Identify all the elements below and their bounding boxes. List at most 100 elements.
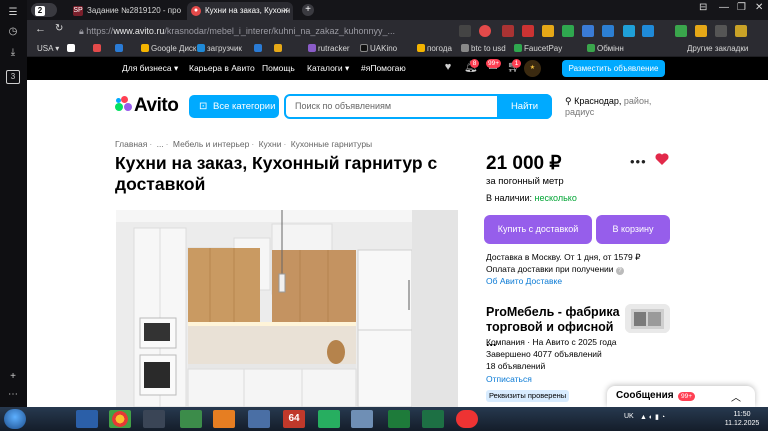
extension-icon[interactable] (562, 25, 574, 37)
taskbar-app-icon[interactable] (248, 410, 270, 428)
nav-help-link[interactable]: Помощь (262, 63, 295, 73)
reload-icon[interactable]: ↻ (55, 23, 63, 34)
taskbar-app-icon[interactable] (388, 410, 410, 428)
unsubscribe-link[interactable]: Отписаться (486, 374, 532, 384)
excel-icon[interactable] (422, 410, 444, 428)
breadcrumb-kitchens[interactable]: Кухни (259, 139, 282, 149)
aida64-icon[interactable]: 64 (283, 410, 305, 428)
extension-icon[interactable] (582, 25, 594, 37)
panel-settings-icon[interactable]: ⋯ (6, 388, 20, 402)
tab-task[interactable]: SP Задание №2819120 - про (69, 2, 187, 20)
back-icon[interactable]: ← (35, 23, 46, 35)
menu-icon[interactable]: ☰ (6, 6, 20, 20)
seller-active-ads[interactable]: 18 объявлений (486, 361, 545, 371)
chrome-icon[interactable] (109, 410, 131, 428)
bookmark-g-icon[interactable] (67, 43, 77, 55)
stock-status: В наличии: несколько (486, 193, 577, 203)
taskbar-app-icon[interactable] (76, 410, 98, 428)
nav-help-hashtag-link[interactable]: #яПомогаю (361, 63, 406, 73)
close-tab-icon[interactable]: ✕ (282, 2, 289, 20)
favorites-heart-icon[interactable]: ♥ (442, 61, 454, 73)
search-box: Поиск по объявлениям Найти (284, 94, 552, 119)
more-options-icon[interactable]: ••• (630, 154, 647, 169)
nav-business-link[interactable]: Для бизнеса ▾ (122, 63, 178, 74)
avito-delivery-link[interactable]: Об Авито Доставке (486, 276, 562, 286)
avito-top-nav: Для бизнеса ▾ Карьера в Авито Помощь Кат… (27, 57, 768, 80)
breadcrumb-home[interactable]: Главная (115, 139, 147, 149)
vpn-icon[interactable] (479, 25, 491, 37)
extension-icon[interactable] (623, 25, 635, 37)
favorite-heart-icon[interactable] (654, 151, 670, 167)
breadcrumb-ellipsis[interactable]: ... (157, 139, 164, 149)
post-ad-button[interactable]: Разместить объявление (562, 60, 665, 77)
search-button[interactable]: Найти (497, 94, 552, 119)
downloads-icon[interactable]: ⤓ (6, 46, 20, 60)
system-clock[interactable]: 11:50 11.12.2025 (722, 410, 762, 428)
bookmark-uakino[interactable]: UAKino (360, 43, 397, 55)
extension-icon[interactable] (542, 25, 554, 37)
bookmark-google-drive[interactable]: Google Диск (141, 43, 196, 55)
product-photo[interactable] (116, 210, 458, 407)
seller-logo[interactable] (625, 304, 670, 333)
bookmark-rutracker[interactable]: rutracker (308, 43, 350, 55)
language-indicator[interactable]: UK (624, 413, 634, 420)
bookmark-btc[interactable]: btc to usd (461, 43, 506, 55)
maximize-icon[interactable]: ❐ (737, 2, 746, 13)
tab-count-button[interactable]: 2 (31, 3, 57, 17)
minimize-icon[interactable]: — (719, 2, 729, 13)
taskbar-app-icon[interactable] (351, 410, 373, 428)
tray-icons[interactable]: ▲ ◐ ▮ ◔ (640, 413, 665, 421)
all-categories-button[interactable]: ⊡ Все категории (189, 95, 279, 118)
start-button[interactable] (4, 409, 26, 429)
nav-catalogs-link[interactable]: Каталоги ▾ (307, 63, 349, 74)
chevron-up-icon[interactable]: ︿ (731, 389, 741, 404)
history-icon[interactable]: ◷ (6, 25, 20, 39)
user-avatar[interactable]: ★ (524, 60, 541, 77)
extension-icon[interactable] (642, 25, 654, 37)
workspace-3-icon[interactable]: 3 (6, 70, 20, 84)
bookmark-usa[interactable]: USA ▾ (37, 43, 59, 55)
breadcrumb-furniture[interactable]: Мебель и интерьер (173, 139, 249, 149)
tab-label: Задание №2819120 - про (87, 6, 182, 15)
extension-icon[interactable] (695, 25, 707, 37)
bookmark-mail-icon[interactable] (274, 43, 284, 55)
help-icon[interactable]: ? (615, 267, 624, 275)
bookmark-faucetpay[interactable]: FaucetPay (514, 43, 562, 55)
add-to-cart-button[interactable]: В корзину (596, 215, 670, 244)
buy-with-delivery-button[interactable]: Купить с доставкой (484, 215, 592, 244)
extension-icon[interactable] (735, 25, 747, 37)
add-panel-icon[interactable]: + (6, 370, 20, 384)
bookmark-weather[interactable]: погода (417, 43, 452, 55)
new-tab-button[interactable]: + (302, 4, 314, 16)
extension-icon[interactable] (715, 25, 727, 37)
search-input[interactable]: Поиск по объявлениям (295, 101, 391, 111)
seller-meta: Компания · На Авито с 2025 года (486, 337, 617, 347)
extension-icon[interactable] (522, 25, 534, 37)
breadcrumb-kitchen-sets[interactable]: Кухонные гарнитуры (291, 139, 372, 149)
download-icon[interactable] (675, 25, 687, 37)
taskbar-app-icon[interactable] (318, 410, 340, 428)
bookmark-downloader[interactable]: загрузчик (197, 43, 242, 55)
nav-career-link[interactable]: Карьера в Авито (189, 63, 255, 73)
bookmark-other-folder[interactable]: Другие закладки (687, 43, 748, 55)
bookmark-vk-icon[interactable] (115, 43, 125, 55)
url-field[interactable]: 🔒︎ https://www.avito.ru/krasnodar/mebel_… (79, 23, 479, 39)
bookmark-red-icon[interactable] (93, 43, 103, 55)
media-player-icon[interactable] (213, 410, 235, 428)
price: 21 000 ₽ (486, 153, 562, 174)
taskbar-app-icon[interactable] (143, 410, 165, 428)
close-window-icon[interactable]: ✕ (755, 2, 763, 13)
tab-label: Кухни на заказ, Кухонн (205, 6, 290, 15)
bookmark-vk2-icon[interactable] (254, 43, 264, 55)
messages-widget[interactable]: Сообщения 99+ ︿ (607, 386, 755, 407)
bookmark-exchange[interactable]: Обмінн (587, 43, 624, 55)
location-selector[interactable]: ⚲ Краснодар, район, радиус (565, 96, 665, 118)
copy-link-icon[interactable] (459, 25, 471, 37)
bookmark-window-icon[interactable]: ⊟ (699, 2, 707, 13)
taskbar-app-icon[interactable] (180, 410, 202, 428)
tab-avito[interactable]: ● Кухни на заказ, Кухонн ✕ (187, 2, 293, 20)
extension-icon[interactable] (602, 25, 614, 37)
yandex-browser-icon[interactable] (456, 410, 478, 428)
extension-icon[interactable] (502, 25, 514, 37)
avito-logo[interactable]: Avito (115, 95, 179, 117)
